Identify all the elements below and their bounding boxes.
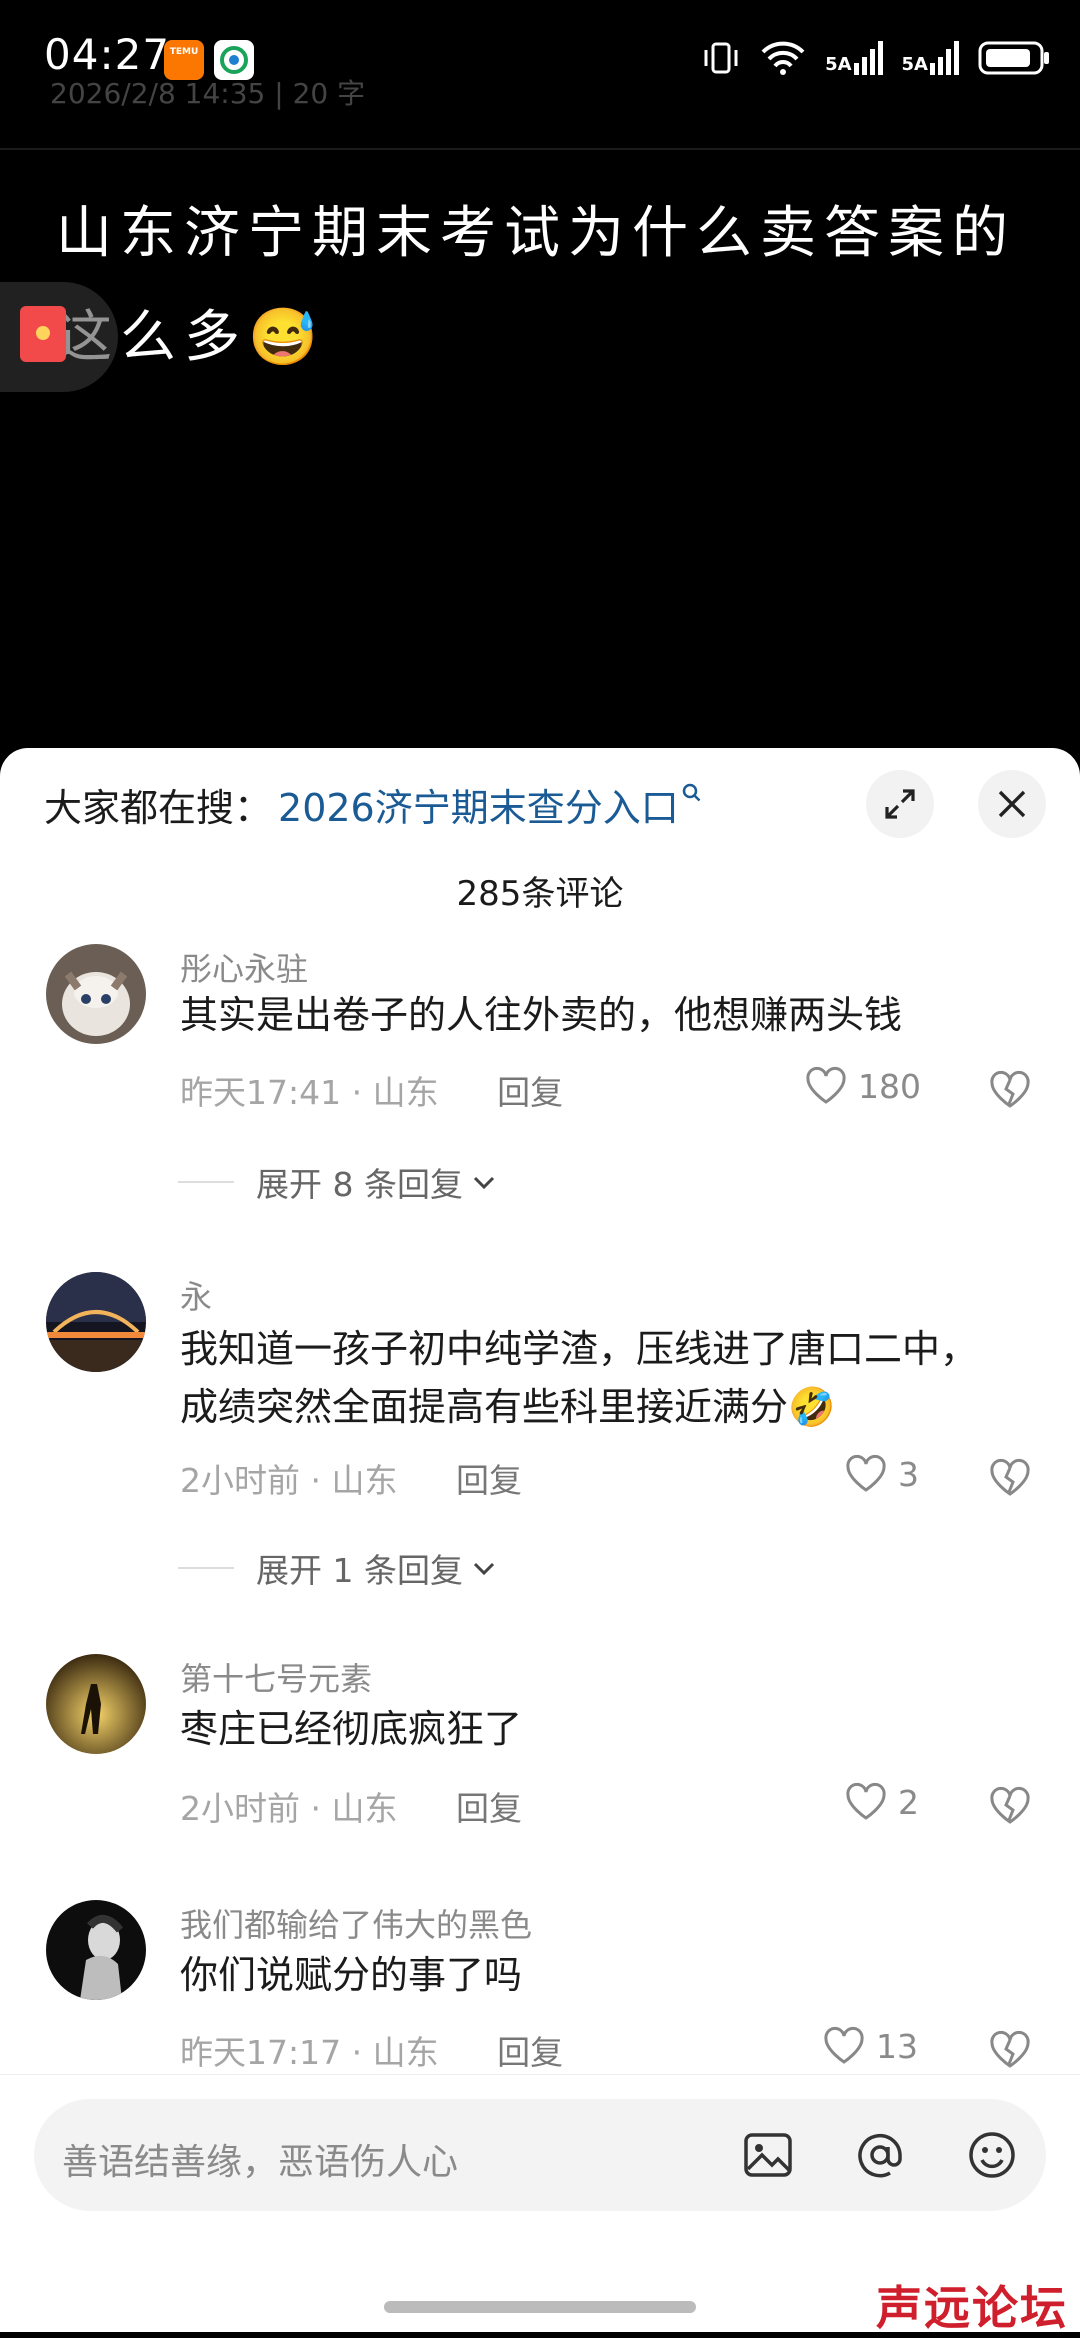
like-count: 13: [876, 2026, 918, 2066]
chevron-down-icon: [473, 1176, 495, 1190]
comment-meta-row: 昨天17:17 · 山东 回复: [180, 2026, 563, 2074]
dislike-button[interactable]: [988, 1786, 1032, 1830]
emoji-icon: [969, 2132, 1015, 2178]
comment-meta-row: 2小时前 · 山东 回复: [180, 1454, 522, 1502]
avatar[interactable]: [46, 944, 146, 1044]
broken-heart-icon: [990, 1070, 1030, 1108]
dislike-button[interactable]: [988, 2030, 1032, 2074]
wifi-icon: [761, 41, 805, 75]
like-button[interactable]: 180: [804, 1066, 921, 1106]
watermark-logo: 声远论坛: [876, 2281, 1068, 2335]
comment-meta: 2小时前 · 山东: [180, 1789, 398, 1828]
red-packet-icon[interactable]: [20, 306, 66, 362]
trending-search[interactable]: 大家都在搜： 2026济宁期末查分入口: [44, 774, 703, 834]
expand-replies[interactable]: 展开 1 条回复: [178, 1544, 499, 1592]
comment-item: 彤心永驻 其实是出卷子的人往外卖的，他想赚两头钱 昨天17:41 · 山东 回复…: [0, 944, 1080, 1224]
comment-item: 永 我知道一孩子初中纯学渣，压线进了唐口二中，成绩突然全面提高有些科里接近满分🤣…: [0, 1272, 1080, 1602]
battery-icon: [978, 41, 1049, 75]
dislike-button[interactable]: [988, 1458, 1032, 1502]
reply-button[interactable]: 回复: [456, 1461, 522, 1500]
heart-icon: [846, 1454, 886, 1492]
mention-button[interactable]: [852, 2127, 908, 2183]
search-icon: [682, 783, 701, 802]
comment-text: 我知道一孩子初中纯学渣，压线进了唐口二中，成绩突然全面提高有些科里接近满分🤣: [180, 1327, 979, 1429]
close-button[interactable]: [978, 770, 1046, 838]
like-count: 3: [898, 1454, 919, 1494]
reply-button[interactable]: 回复: [456, 1789, 522, 1828]
comment-count: 285条评论: [456, 874, 624, 914]
like-button[interactable]: 2: [844, 1782, 919, 1822]
reply-button[interactable]: 回复: [497, 1073, 563, 1112]
expand-replies[interactable]: 展开 8 条回复: [178, 1158, 499, 1206]
expand-replies-label: 展开 1 条回复: [256, 1551, 463, 1590]
comment-input[interactable]: 善语结善缘，恶语伤人心: [34, 2099, 1046, 2211]
comment-username[interactable]: 彤心永驻: [180, 944, 308, 990]
post-meta: 2026/2/8 14:35 | 20 字: [50, 77, 366, 110]
expand-replies-label: 展开 8 条回复: [256, 1165, 463, 1204]
comment-meta: 昨天17:41 · 山东: [180, 1073, 439, 1112]
chevron-down-icon: [473, 1562, 495, 1576]
comment-input-placeholder: 善语结善缘，恶语伤人心: [62, 2142, 459, 2183]
trending-search-link[interactable]: 2026济宁期末查分入口: [278, 777, 679, 832]
avatar[interactable]: [46, 1272, 146, 1372]
comment-meta-row: 昨天17:41 · 山东 回复: [180, 1066, 563, 1114]
like-count: 180: [858, 1066, 921, 1106]
comment-text: 你们说赋分的事了吗: [180, 1953, 523, 1997]
post-text: 山东济宁期末考试为什么卖答案的这么多😅: [56, 201, 1016, 370]
divider: [0, 148, 1080, 150]
divider: [178, 1567, 234, 1569]
signal-2-icon: 5A: [902, 41, 960, 75]
comment-meta-row: 2小时前 · 山东 回复: [180, 1782, 522, 1830]
dislike-button[interactable]: [988, 1070, 1032, 1114]
like-button[interactable]: 13: [822, 2026, 918, 2066]
comment-meta: 2小时前 · 山东: [180, 1461, 398, 1500]
image-icon: [744, 2133, 792, 2177]
trending-search-label: 大家都在搜：: [44, 785, 273, 830]
heart-icon: [846, 1782, 886, 1820]
comment-item: 第十七号元素 枣庄已经彻底疯狂了 2小时前 · 山东 回复 2: [0, 1654, 1080, 1834]
heart-icon: [806, 1066, 846, 1104]
comment-meta: 昨天17:17 · 山东: [180, 2033, 439, 2072]
like-count: 2: [898, 1782, 919, 1822]
broken-heart-icon: [990, 1458, 1030, 1496]
avatar[interactable]: [46, 1654, 146, 1754]
comment-text: 其实是出卷子的人往外卖的，他想赚两头钱: [180, 993, 903, 1037]
avatar[interactable]: [46, 1900, 146, 2000]
at-icon: [858, 2133, 902, 2178]
like-button[interactable]: 3: [844, 1454, 919, 1494]
broken-heart-icon: [990, 2030, 1030, 2068]
comment-text: 枣庄已经彻底疯狂了: [180, 1707, 523, 1751]
vibrate-icon: [704, 42, 738, 74]
close-icon: [998, 790, 1026, 818]
comment-username[interactable]: 第十七号元素: [180, 1654, 372, 1700]
status-icons: 5A 5A: [701, 38, 1052, 78]
comment-username[interactable]: 永: [180, 1272, 212, 1318]
broken-heart-icon: [990, 1786, 1030, 1824]
divider: [178, 1181, 234, 1183]
emoji-button[interactable]: [964, 2127, 1020, 2183]
image-button[interactable]: [740, 2127, 796, 2183]
comment-item: 我们都输给了伟大的黑色 你们说赋分的事了吗 昨天17:17 · 山东 回复 13: [0, 1900, 1080, 2080]
reply-button[interactable]: 回复: [497, 2033, 563, 2072]
signal-1-icon: 5A: [825, 41, 883, 75]
comment-username[interactable]: 我们都输给了伟大的黑色: [180, 1900, 532, 1946]
expand-icon: [885, 789, 915, 819]
fullscreen-button[interactable]: [866, 770, 934, 838]
heart-icon: [824, 2026, 864, 2064]
home-indicator[interactable]: [384, 2301, 696, 2313]
